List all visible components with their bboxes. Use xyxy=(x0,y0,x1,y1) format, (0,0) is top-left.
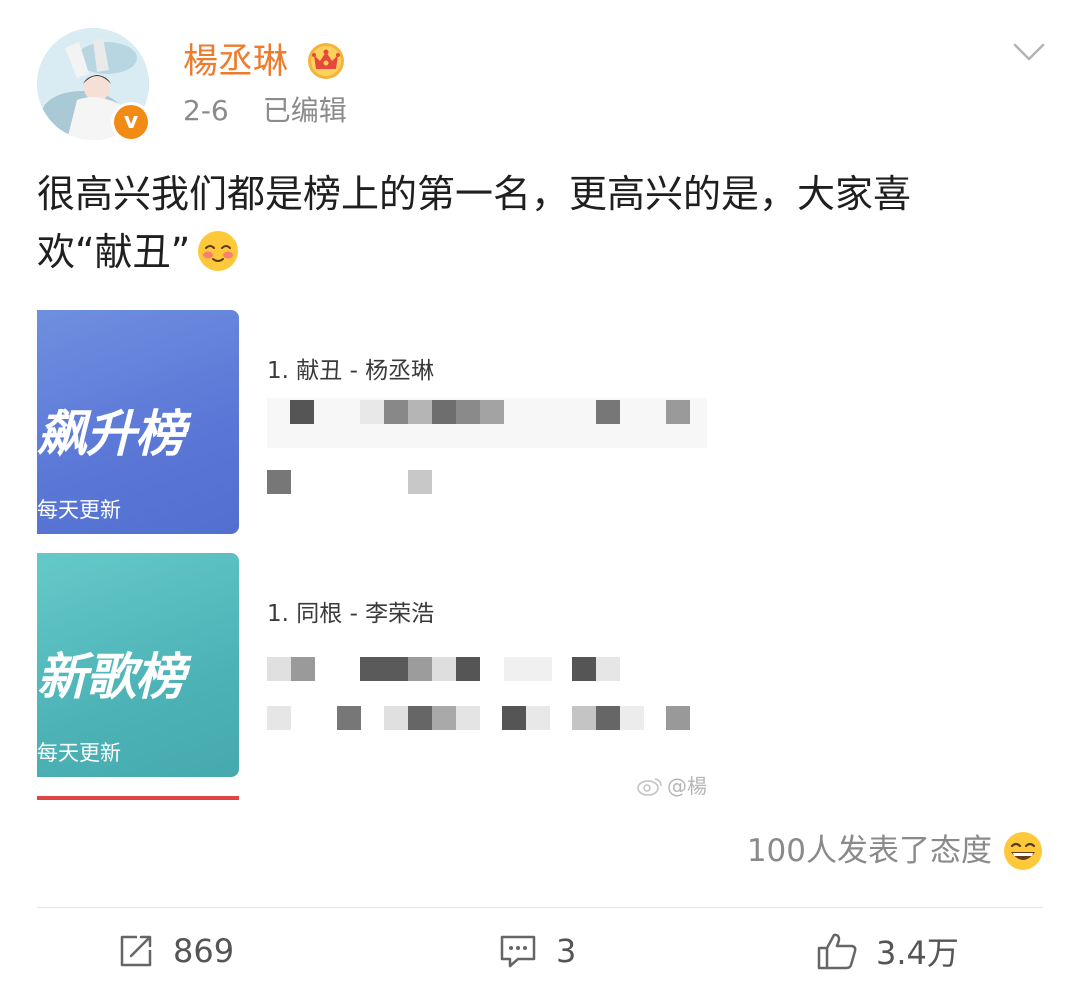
card-image-subtitle: 每天更新 xyxy=(37,741,121,765)
laughing-emoji-icon xyxy=(1004,832,1042,870)
reactions-summary[interactable]: 100人发表了态度 xyxy=(747,828,1044,874)
thumbs-up-icon xyxy=(817,933,857,970)
card-image-subtitle: 每天更新 xyxy=(37,498,121,522)
post-date: 2-6 xyxy=(183,94,229,127)
card-first-item[interactable]: 1. 同根 - 李荣浩 xyxy=(267,599,434,629)
blush-emoji-icon xyxy=(198,231,239,271)
comment-count: 3 xyxy=(556,932,577,970)
post-text: 很高兴我们都是榜上的第一名，更高兴的是，大家喜 欢“献丑” xyxy=(37,165,1037,281)
reactions-label: 100人发表了态度 xyxy=(746,833,992,869)
post-text-line-2-content: 欢“献丑” xyxy=(37,230,191,274)
like-button[interactable]: 3.4万 xyxy=(816,928,959,974)
card-image-title: 飙升榜 xyxy=(37,405,185,463)
chevron-down-icon[interactable] xyxy=(1012,38,1046,66)
author-avatar[interactable]: v xyxy=(37,28,151,142)
repost-icon xyxy=(120,935,152,967)
crown-icon[interactable] xyxy=(306,42,346,80)
verified-v-badge-icon: v xyxy=(111,102,151,142)
third-card-edge xyxy=(37,796,239,800)
weibo-logo-icon xyxy=(637,778,662,796)
post-meta: 2-6 已编辑 xyxy=(183,93,347,129)
chart-card-image-2[interactable]: 新歌榜 每天更新 xyxy=(37,553,239,777)
chart-card-image-1[interactable]: 飙升榜 每天更新 xyxy=(37,310,239,534)
like-count: 3.4万 xyxy=(876,934,959,972)
repost-button[interactable]: 869 xyxy=(117,928,234,974)
card-image-title: 新歌榜 xyxy=(37,648,185,706)
watermark-text: @楊 xyxy=(667,774,707,798)
comment-icon xyxy=(500,935,536,968)
post-text-line-1: 很高兴我们都是榜上的第一名，更高兴的是，大家喜 xyxy=(37,172,912,216)
repost-count: 869 xyxy=(173,932,235,970)
author-name[interactable]: 楊丞琳 xyxy=(183,40,288,84)
divider xyxy=(37,907,1043,908)
comment-button[interactable]: 3 xyxy=(498,928,576,974)
edited-label[interactable]: 已编辑 xyxy=(263,94,347,127)
post-text-line-2: 欢“献丑” xyxy=(37,223,1037,281)
weibo-watermark: @楊 xyxy=(637,770,707,799)
card-first-item[interactable]: 1. 献丑 - 杨丞琳 xyxy=(267,356,434,386)
